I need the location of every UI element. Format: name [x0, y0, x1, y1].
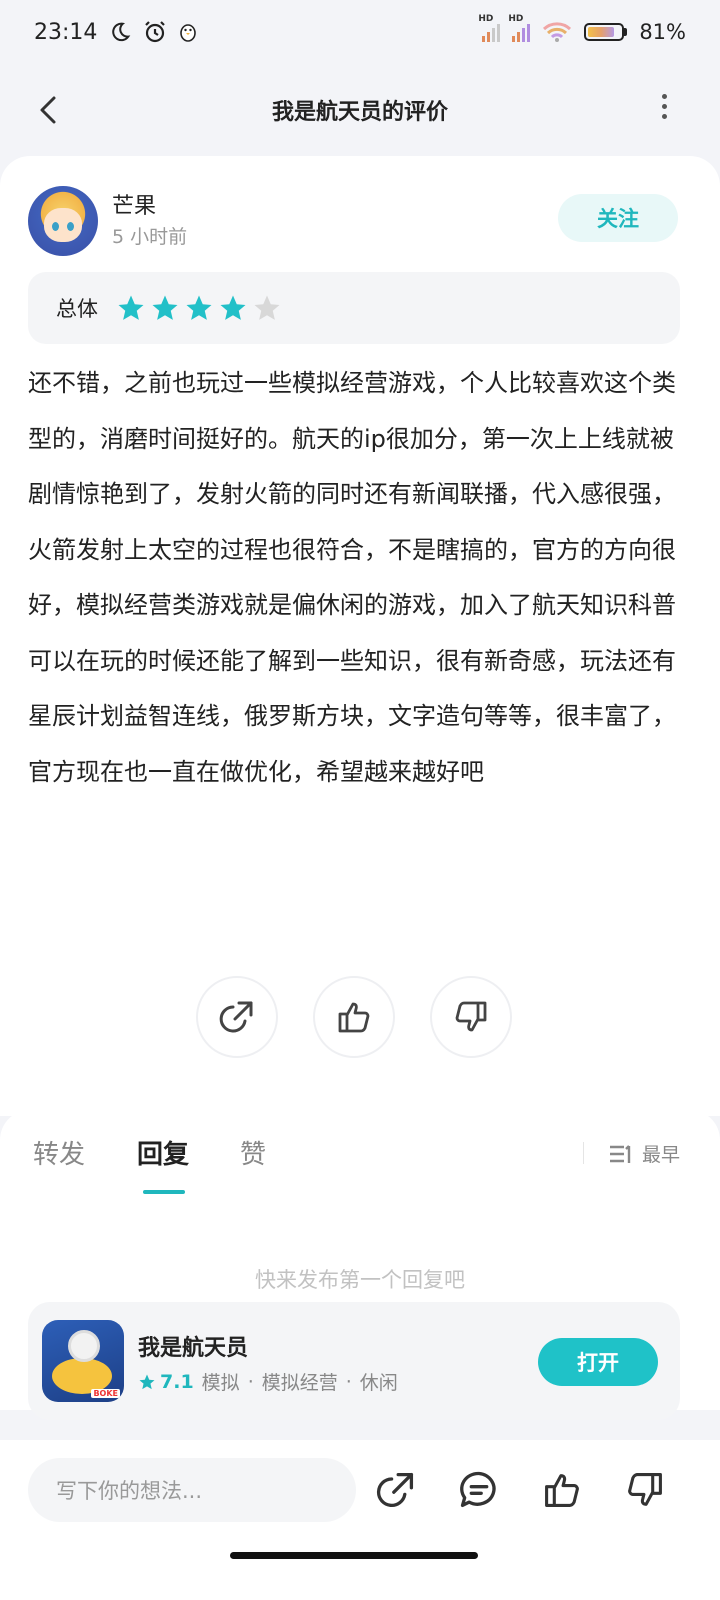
- sort-label: 最早: [641, 1144, 680, 1166]
- game-card[interactable]: BOKE 我是航天员 7.1 模拟 · 模拟经营 · 休闲 打开: [28, 1302, 680, 1420]
- game-tag: 休闲: [359, 1372, 398, 1394]
- tab-likes[interactable]: 赞: [240, 1134, 266, 1171]
- active-tab-indicator: [143, 1190, 185, 1194]
- share-button[interactable]: [196, 976, 278, 1058]
- thumbs-up-icon[interactable]: [540, 1468, 584, 1512]
- game-name[interactable]: 我是航天员: [138, 1330, 248, 1362]
- page-title: 我是航天员的评价: [271, 100, 448, 125]
- comment-icon[interactable]: [457, 1468, 501, 1512]
- open-game-button[interactable]: 打开: [538, 1338, 658, 1386]
- star-filled-icon: [152, 295, 178, 320]
- review-text: 还不错，之前也玩过一些模拟经营游戏，个人比较喜欢这个类型的，消磨时间挺好的。航天…: [28, 369, 676, 786]
- tab-replies[interactable]: 回复: [137, 1134, 189, 1171]
- rating-box: 总体: [28, 272, 680, 344]
- signal-hd-icon: HD: [508, 14, 531, 42]
- star-empty-icon: [254, 295, 280, 320]
- star-filled-icon: [118, 295, 144, 320]
- thumbs-down-icon[interactable]: [623, 1468, 667, 1512]
- empty-replies-message: 快来发布第一个回复吧: [255, 1268, 465, 1292]
- follow-button[interactable]: 关注: [558, 194, 678, 242]
- game-tag: 模拟经营: [261, 1372, 338, 1394]
- game-icon-tag: BOKE: [91, 1389, 120, 1398]
- dislike-button[interactable]: [430, 976, 512, 1058]
- moon-icon: [112, 22, 131, 42]
- avatar[interactable]: [28, 186, 98, 256]
- battery-percent: 81%: [639, 20, 686, 44]
- star-filled-icon: [186, 295, 212, 320]
- wifi-icon: [543, 22, 572, 42]
- signal-hd-icon: HD: [478, 14, 501, 42]
- rating-stars: [116, 293, 286, 323]
- tag-separator: ·: [247, 1370, 254, 1393]
- bottom-bar: 写下你的想法...: [0, 1440, 720, 1600]
- thumbs-up-icon: [338, 1002, 370, 1033]
- author-name[interactable]: 芒果: [112, 188, 156, 220]
- status-bar: 23:14 HD HD 81%: [0, 0, 720, 64]
- comment-input[interactable]: 写下你的想法...: [28, 1458, 356, 1522]
- tab-forward[interactable]: 转发: [33, 1134, 85, 1171]
- more-options-icon[interactable]: [658, 94, 670, 124]
- share-icon[interactable]: [374, 1468, 418, 1512]
- game-meta: 7.1 模拟 · 模拟经营 · 休闲: [138, 1368, 398, 1395]
- tag-separator: ·: [345, 1370, 352, 1393]
- rating-label: 总体: [56, 297, 98, 321]
- sort-button[interactable]: 最早: [608, 1140, 680, 1167]
- game-score: 7.1: [138, 1371, 194, 1393]
- star-icon: [139, 1374, 155, 1389]
- home-indicator[interactable]: [230, 1552, 478, 1559]
- star-filled-icon: [220, 295, 246, 320]
- sort-icon: [609, 1144, 631, 1163]
- like-button[interactable]: [313, 976, 395, 1058]
- divider: [583, 1142, 584, 1164]
- review-card: 芒果 5 小时前 关注 总体 还不错，之前也玩过一些模拟经营游戏，个人比较喜欢这…: [0, 156, 720, 1116]
- post-time: 5 小时前: [112, 226, 188, 248]
- review-actions: [0, 976, 720, 1060]
- top-nav: 我是航天员的评价: [0, 64, 720, 156]
- penguin-icon: [180, 24, 197, 42]
- battery-icon: [584, 23, 628, 41]
- share-icon: [219, 1001, 253, 1033]
- thumbs-down-icon: [455, 1001, 487, 1032]
- game-icon[interactable]: BOKE: [42, 1320, 124, 1402]
- alarm-icon: [145, 21, 166, 43]
- status-time: 23:14: [34, 19, 98, 45]
- back-arrow-icon[interactable]: [32, 92, 68, 128]
- game-tag: 模拟: [201, 1372, 240, 1394]
